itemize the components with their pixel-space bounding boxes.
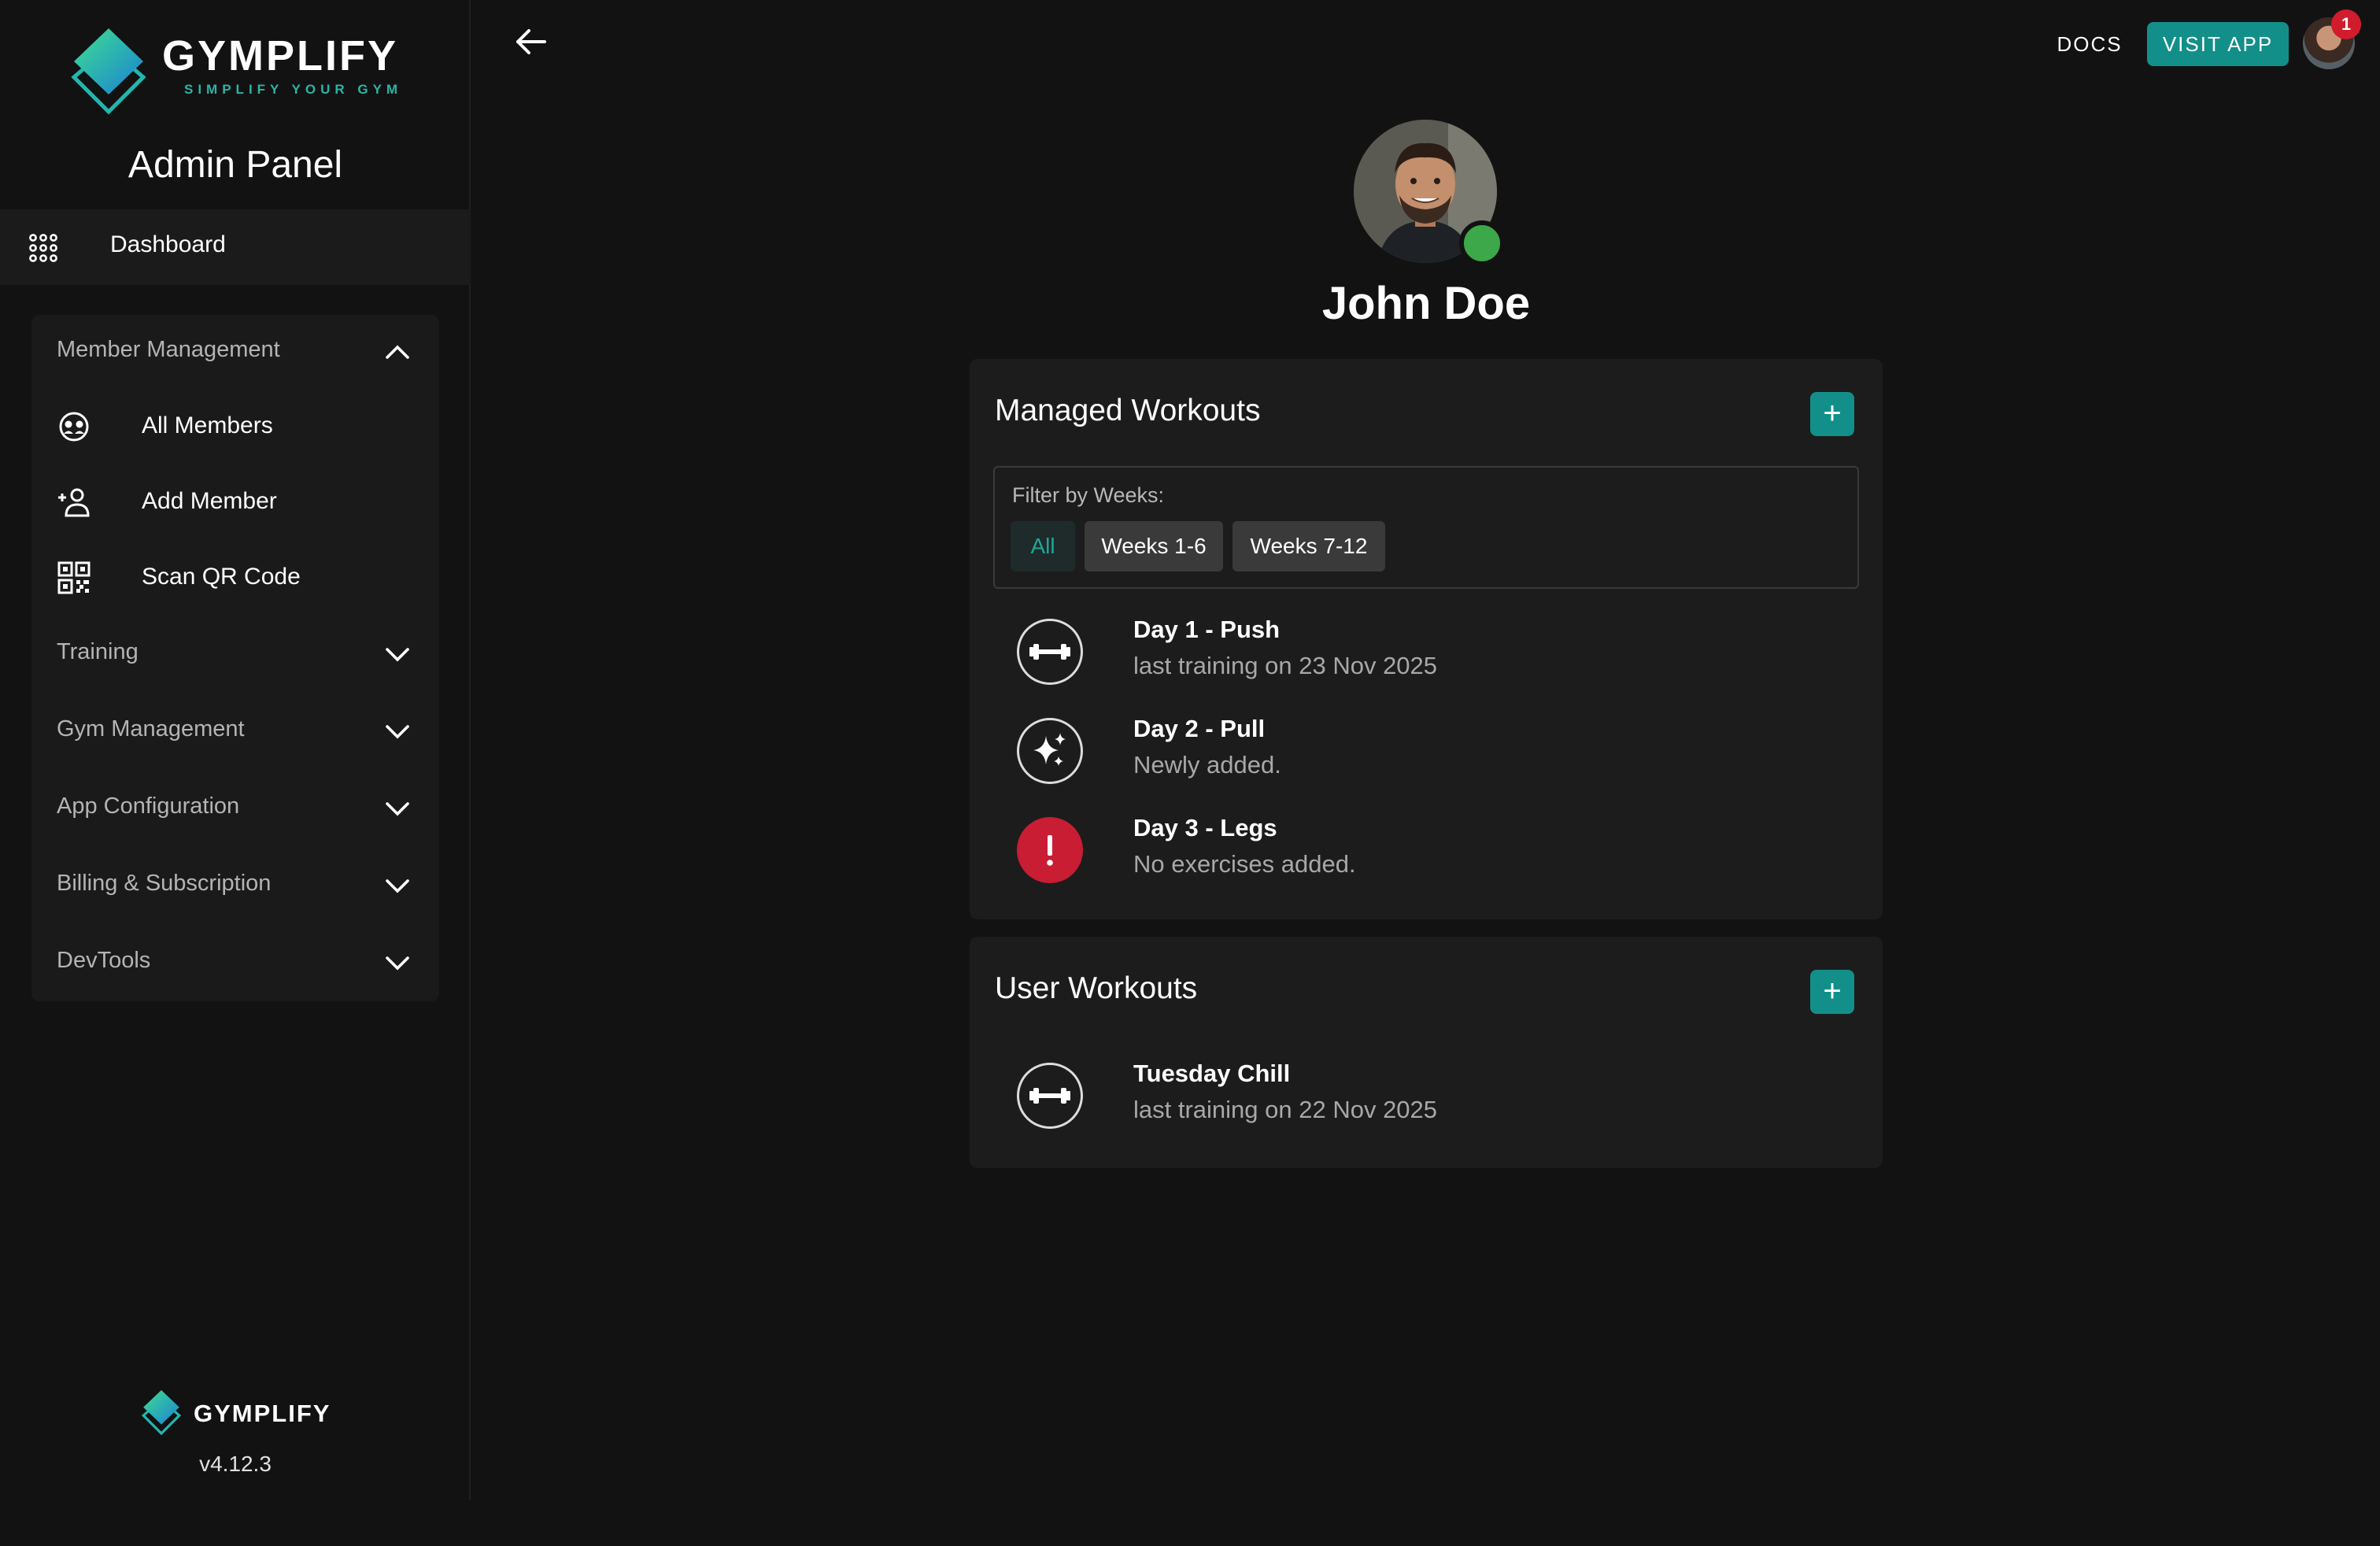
sidebar-footer: GYMPLIFY v4.12.3 <box>0 1389 471 1483</box>
workout-icon-circle <box>1017 817 1083 883</box>
workout-subtitle: last training on 23 Nov 2025 <box>1133 652 1438 679</box>
section-devtools[interactable]: DevTools <box>31 926 439 998</box>
card-title: Managed Workouts <box>995 394 1261 427</box>
panel-title: Admin Panel <box>128 144 343 186</box>
workout-item[interactable]: Day 2 - Pull Newly added. <box>1017 702 1851 789</box>
section-billing-subscription[interactable]: Billing & Subscription <box>31 849 439 921</box>
sidebar-menu: Member Management All Members Add Member <box>31 315 439 1001</box>
gymplify-logo-icon <box>141 1389 182 1436</box>
workout-subtitle: No exercises added. <box>1133 850 1356 878</box>
brand-name: GYMPLIFY <box>162 32 399 80</box>
user-workouts-card: User Workouts + Tuesday Chill last train… <box>970 937 1883 1168</box>
section-member-management[interactable]: Member Management <box>31 315 439 387</box>
sidebar-item-label: All Members <box>142 412 273 438</box>
chevron-up-icon <box>386 345 409 359</box>
members-icon <box>59 412 89 442</box>
visit-app-button[interactable]: VISIT APP <box>2147 22 2289 66</box>
workout-title: Day 1 - Push <box>1133 616 1281 643</box>
workout-title: Day 2 - Pull <box>1133 715 1266 742</box>
sidebar: GYMPLIFY SIMPLIFY YOUR GYM Admin Panel D… <box>0 0 471 1500</box>
qr-code-icon <box>57 561 91 594</box>
dumbbell-icon <box>1029 644 1070 660</box>
add-managed-workout-button[interactable]: + <box>1810 392 1854 436</box>
filter-label: Filter by Weeks: <box>1012 483 1165 507</box>
footer-brand-name: GYMPLIFY <box>194 1400 331 1427</box>
workout-subtitle: last training on 22 Nov 2025 <box>1133 1096 1438 1123</box>
grid-dots-icon <box>29 234 57 262</box>
week-filter: Filter by Weeks: All Weeks 1-6 Weeks 7-1… <box>993 466 1859 589</box>
docs-button[interactable]: DOCS <box>2046 24 2133 65</box>
section-label: Gym Management <box>57 716 245 742</box>
section-label: Training <box>57 639 139 664</box>
sidebar-item-add-member[interactable]: Add Member <box>31 466 439 538</box>
managed-workouts-card: Managed Workouts + Filter by Weeks: All … <box>970 359 1883 919</box>
section-label: Member Management <box>57 337 280 362</box>
section-label: DevTools <box>57 948 151 973</box>
gymplify-logo-icon <box>71 28 146 115</box>
chevron-down-icon <box>386 956 409 971</box>
workout-item[interactable]: Day 1 - Push last training on 23 Nov 202… <box>1017 603 1851 690</box>
online-status-indicator <box>1459 220 1505 266</box>
workout-subtitle: Newly added. <box>1133 751 1281 779</box>
sidebar-item-all-members[interactable]: All Members <box>31 390 439 463</box>
brand-tagline: SIMPLIFY YOUR GYM <box>184 82 403 97</box>
back-arrow-icon[interactable] <box>513 24 549 60</box>
chevron-down-icon <box>386 879 409 893</box>
filter-chip-all[interactable]: All <box>1011 521 1075 571</box>
sparkle-icon <box>1033 733 1066 766</box>
section-gym-management[interactable]: Gym Management <box>31 694 439 767</box>
sidebar-item-label: Add Member <box>142 488 277 514</box>
workout-item[interactable]: Tuesday Chill last training on 22 Nov 20… <box>1017 1047 1851 1134</box>
workout-icon-circle <box>1017 619 1083 685</box>
card-title: User Workouts <box>995 971 1198 1005</box>
filter-chip-weeks-7-12[interactable]: Weeks 7-12 <box>1232 521 1385 571</box>
section-label: Billing & Subscription <box>57 871 272 896</box>
add-user-workout-button[interactable]: + <box>1810 970 1854 1014</box>
filter-chip-weeks-1-6[interactable]: Weeks 1-6 <box>1085 521 1223 571</box>
sidebar-item-label: Scan QR Code <box>142 564 301 590</box>
chevron-down-icon <box>386 725 409 739</box>
chevron-down-icon <box>386 802 409 816</box>
workout-icon-circle <box>1017 1063 1083 1129</box>
dumbbell-icon <box>1029 1088 1070 1104</box>
section-label: App Configuration <box>57 793 240 819</box>
sidebar-item-dashboard[interactable]: Dashboard <box>0 209 471 285</box>
section-app-configuration[interactable]: App Configuration <box>31 771 439 844</box>
profile-name: John Doe <box>1321 278 1531 329</box>
version-label: v4.12.3 <box>199 1452 272 1476</box>
workout-item[interactable]: Day 3 - Legs No exercises added. <box>1017 801 1851 888</box>
workout-title: Tuesday Chill <box>1133 1060 1291 1087</box>
brand-logo[interactable]: GYMPLIFY SIMPLIFY YOUR GYM <box>68 27 406 115</box>
alert-icon <box>1047 835 1053 866</box>
workout-icon-circle <box>1017 718 1083 784</box>
workout-title: Day 3 - Legs <box>1133 814 1277 841</box>
section-training[interactable]: Training <box>31 617 439 690</box>
add-person-icon <box>58 488 90 517</box>
notification-badge: 1 <box>2331 9 2361 39</box>
sidebar-item-scan-qr[interactable]: Scan QR Code <box>31 542 439 614</box>
chevron-down-icon <box>386 648 409 662</box>
sidebar-item-label: Dashboard <box>110 231 226 257</box>
